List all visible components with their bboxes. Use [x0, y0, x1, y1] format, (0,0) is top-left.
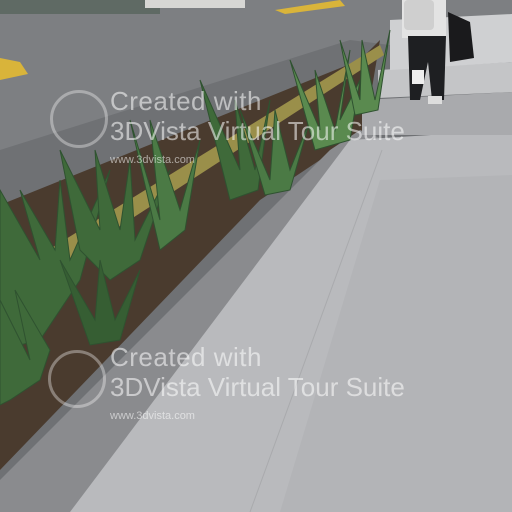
watermark-logo-bottom [48, 350, 106, 408]
far-building [145, 0, 245, 8]
watermark-logo-top [50, 90, 108, 148]
far-wall [0, 0, 160, 14]
photo-scene: Created with 3DVista Virtual Tour Suite … [0, 0, 512, 512]
scene-drawing [0, 0, 512, 512]
